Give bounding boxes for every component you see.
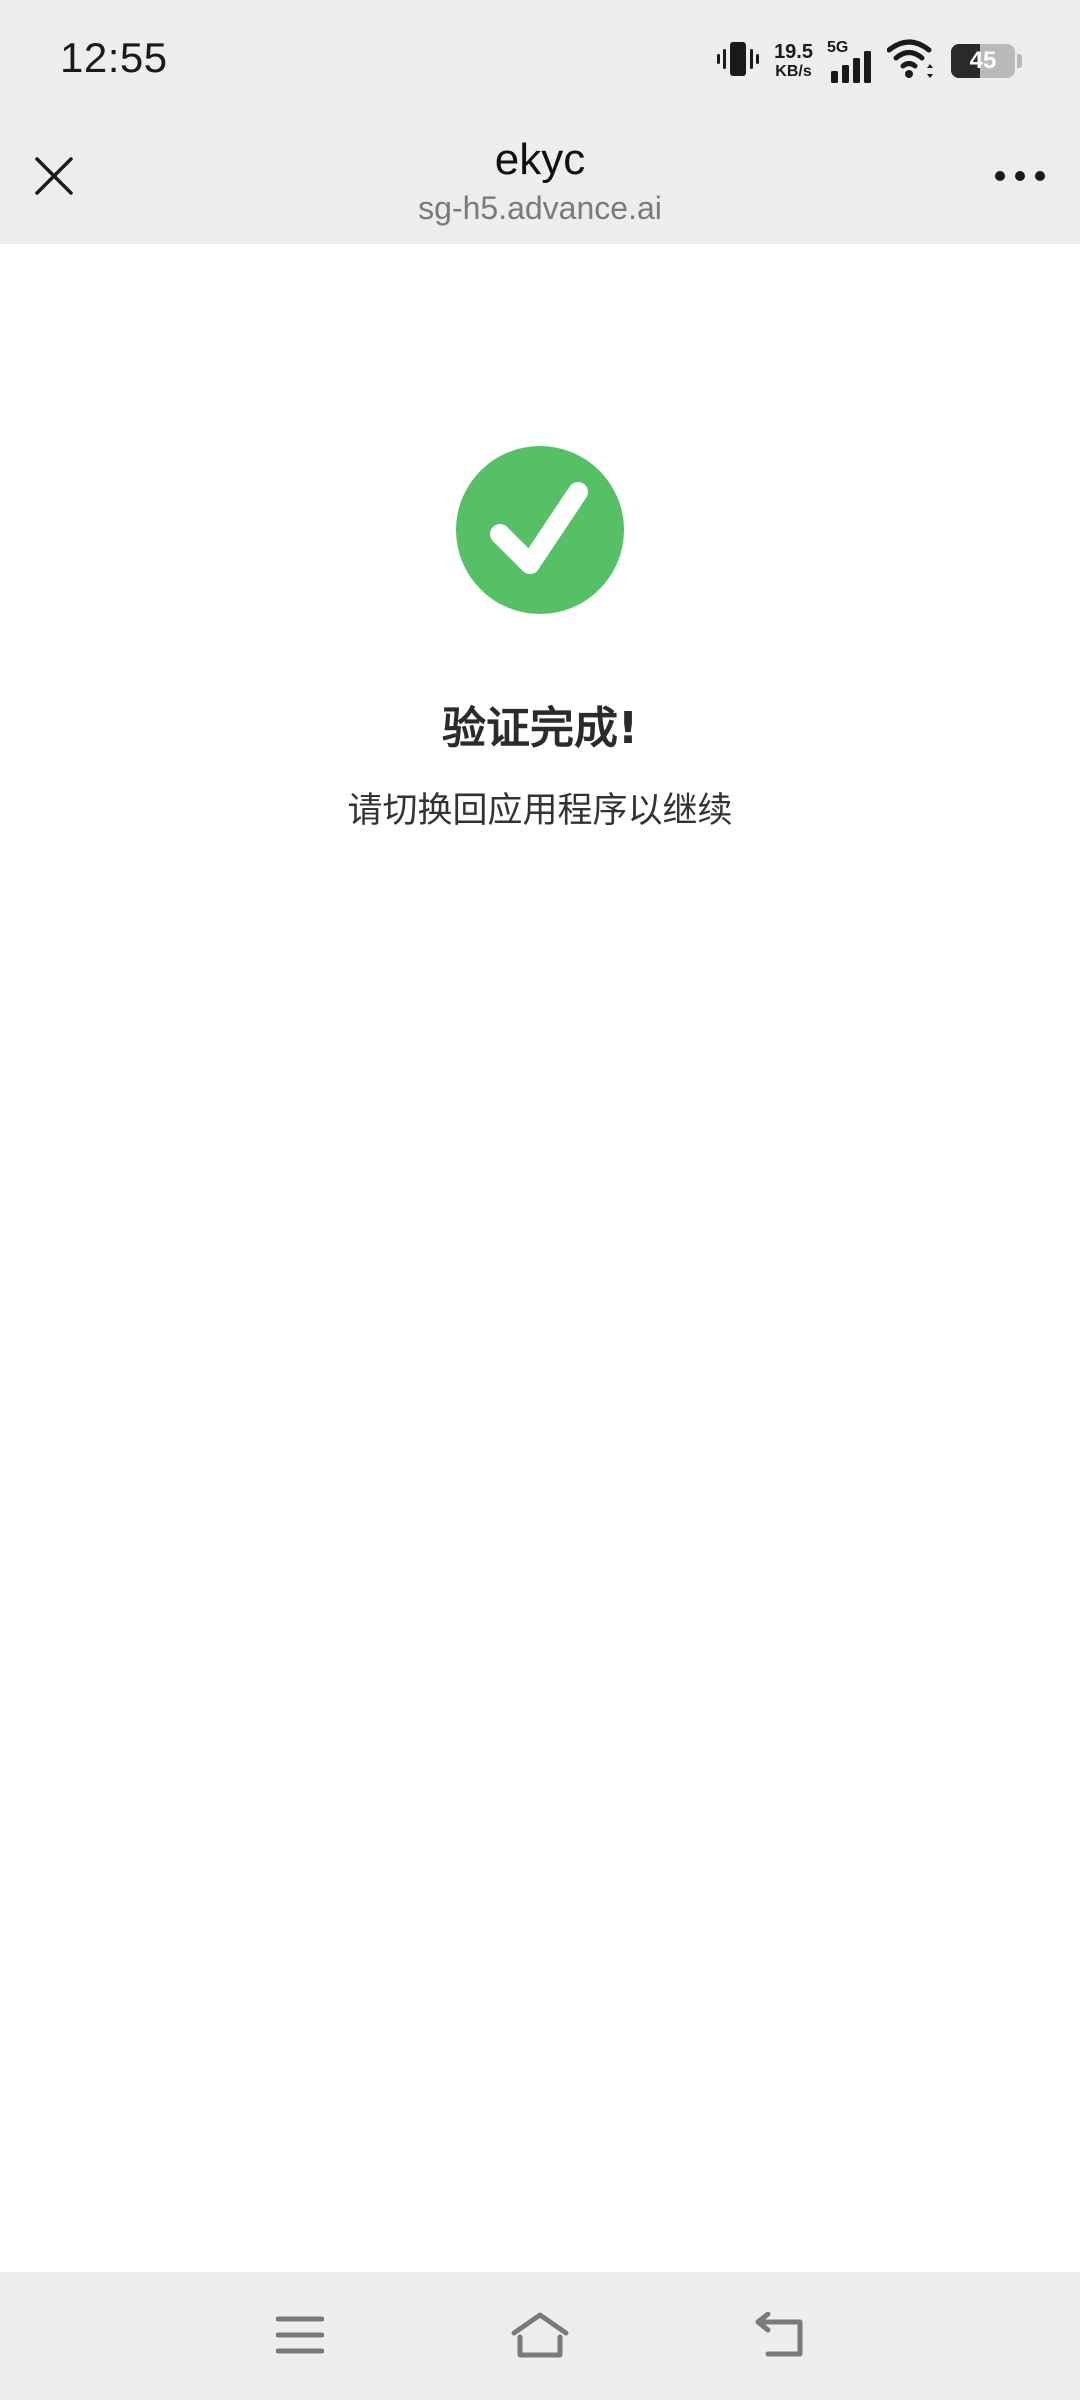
navigation-bar <box>0 2272 1080 2400</box>
title-block: ekyc sg-h5.advance.ai <box>200 134 880 227</box>
browser-title-bar: ekyc sg-h5.advance.ai <box>0 122 1080 244</box>
home-icon <box>510 2311 570 2364</box>
status-time: 12:55 <box>60 34 168 81</box>
close-button[interactable] <box>22 146 86 210</box>
network-speed-unit: KB/s <box>775 63 812 80</box>
signal-icon <box>831 51 873 88</box>
nav-home-button[interactable] <box>500 2302 580 2372</box>
network-speed-value: 19.5 <box>774 41 813 63</box>
checkmark-icon <box>456 446 624 614</box>
status-bar: 12:55 19.5 KB/s 5G 45 <box>0 0 1080 122</box>
menu-icon <box>275 2315 325 2360</box>
back-icon <box>754 2311 806 2363</box>
page-title: ekyc <box>494 135 586 184</box>
nav-menu-button[interactable] <box>260 2302 340 2372</box>
page-domain: sg-h5.advance.ai <box>418 189 662 226</box>
screen: 12:55 19.5 KB/s 5G 45 ekyc sg-h5.advance… <box>0 0 1080 2400</box>
wifi-icon <box>886 38 937 85</box>
more-button[interactable] <box>978 146 1062 210</box>
vibrate-icon <box>716 39 760 84</box>
page-content: 验证完成! 请切换回应用程序以继续 <box>0 244 1080 2272</box>
network-speed: 19.5 KB/s <box>774 42 813 80</box>
signal-indicator: 5G <box>827 39 873 83</box>
result-title: 验证完成! <box>441 703 639 754</box>
battery-icon: 45 <box>951 44 1015 78</box>
close-icon <box>34 156 74 201</box>
more-icon <box>994 169 1046 187</box>
status-icons: 19.5 KB/s 5G 45 <box>716 36 1022 86</box>
battery-tip <box>1017 54 1022 68</box>
result-subtitle: 请切换回应用程序以继续 <box>347 791 733 831</box>
battery-level: 45 <box>969 47 997 74</box>
nav-back-button[interactable] <box>740 2302 820 2372</box>
